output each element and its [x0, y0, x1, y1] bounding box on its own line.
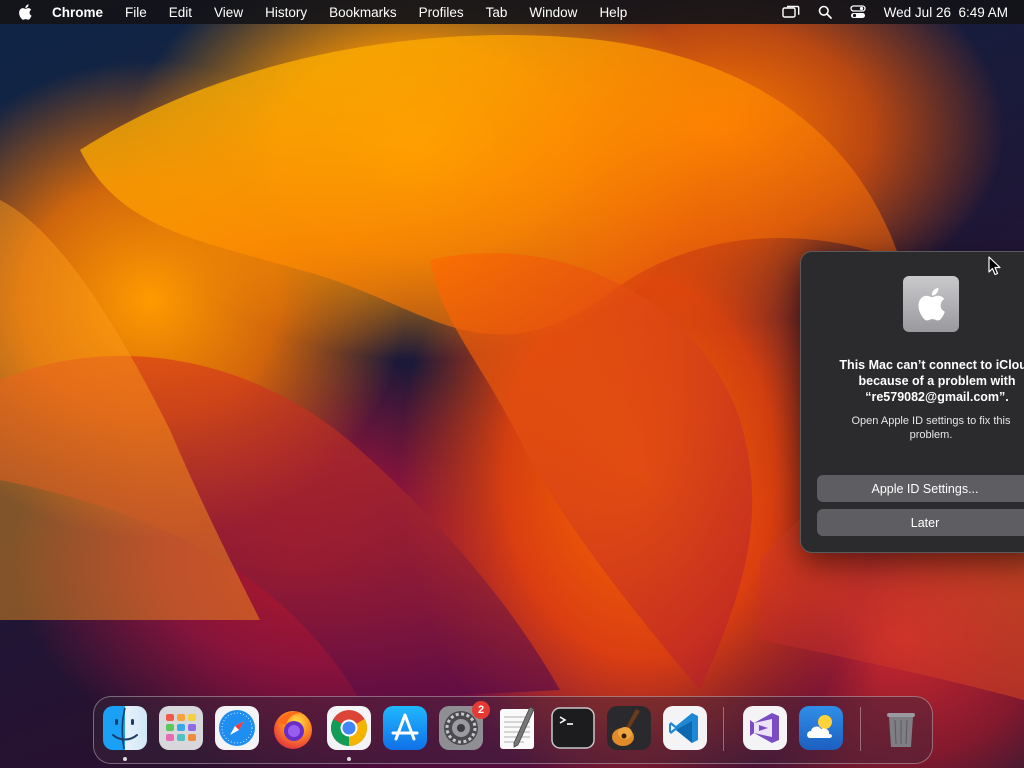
menu-profiles[interactable]: Profiles [419, 5, 464, 20]
menu-app-name[interactable]: Chrome [52, 5, 103, 20]
menu-file[interactable]: File [125, 5, 147, 20]
vscode-icon[interactable] [662, 705, 708, 751]
menu-bookmarks[interactable]: Bookmarks [329, 5, 397, 20]
control-center-icon[interactable] [850, 5, 866, 19]
system-settings-icon[interactable]: 2 [438, 701, 490, 751]
app-store-icon[interactable] [382, 705, 428, 751]
visual-studio-icon[interactable] [742, 705, 788, 751]
weather-icon[interactable] [798, 705, 844, 751]
menu-edit[interactable]: Edit [169, 5, 192, 20]
trash-icon[interactable] [878, 705, 924, 751]
garageband-icon[interactable] [606, 705, 652, 751]
dock-separator-trash [860, 707, 861, 751]
firefox-icon[interactable] [270, 705, 316, 751]
menu-bar: Chrome File Edit View History Bookmarks … [0, 0, 1024, 24]
menu-view[interactable]: View [214, 5, 243, 20]
icloud-alert-dialog: This Mac can’t connect to iCloud because… [800, 251, 1024, 553]
menu-history[interactable]: History [265, 5, 307, 20]
menu-clock[interactable]: Wed Jul 26 6:49 AM [884, 5, 1008, 20]
screen-mirroring-icon[interactable] [781, 5, 800, 19]
mouse-cursor-icon [988, 256, 1001, 276]
apple-logo-icon [903, 276, 959, 332]
safari-icon[interactable] [214, 705, 260, 751]
finder-running-indicator [123, 757, 127, 761]
menu-window[interactable]: Window [529, 5, 577, 20]
menu-tab[interactable]: Tab [486, 5, 508, 20]
terminal-icon[interactable] [550, 705, 596, 751]
textedit-icon[interactable] [494, 705, 540, 751]
menu-bar-status-area: Wed Jul 26 6:49 AM [781, 0, 1008, 24]
later-button[interactable]: Later [817, 509, 1024, 536]
apple-id-settings-button[interactable]: Apple ID Settings... [817, 475, 1024, 502]
spotlight-search-icon[interactable] [818, 5, 832, 19]
menu-help[interactable]: Help [599, 5, 627, 20]
dialog-message: Open Apple ID settings to fix this probl… [851, 415, 1011, 441]
dock: 2 [93, 696, 933, 764]
launchpad-icon[interactable] [158, 705, 204, 751]
chrome-icon[interactable] [326, 705, 372, 751]
apple-menu-icon[interactable] [18, 4, 34, 20]
dialog-title: This Mac can’t connect to iCloud because… [839, 358, 1024, 404]
dock-separator [723, 707, 724, 751]
system-settings-badge: 2 [472, 701, 490, 719]
finder-icon[interactable] [102, 705, 148, 751]
chrome-running-indicator [347, 757, 351, 761]
